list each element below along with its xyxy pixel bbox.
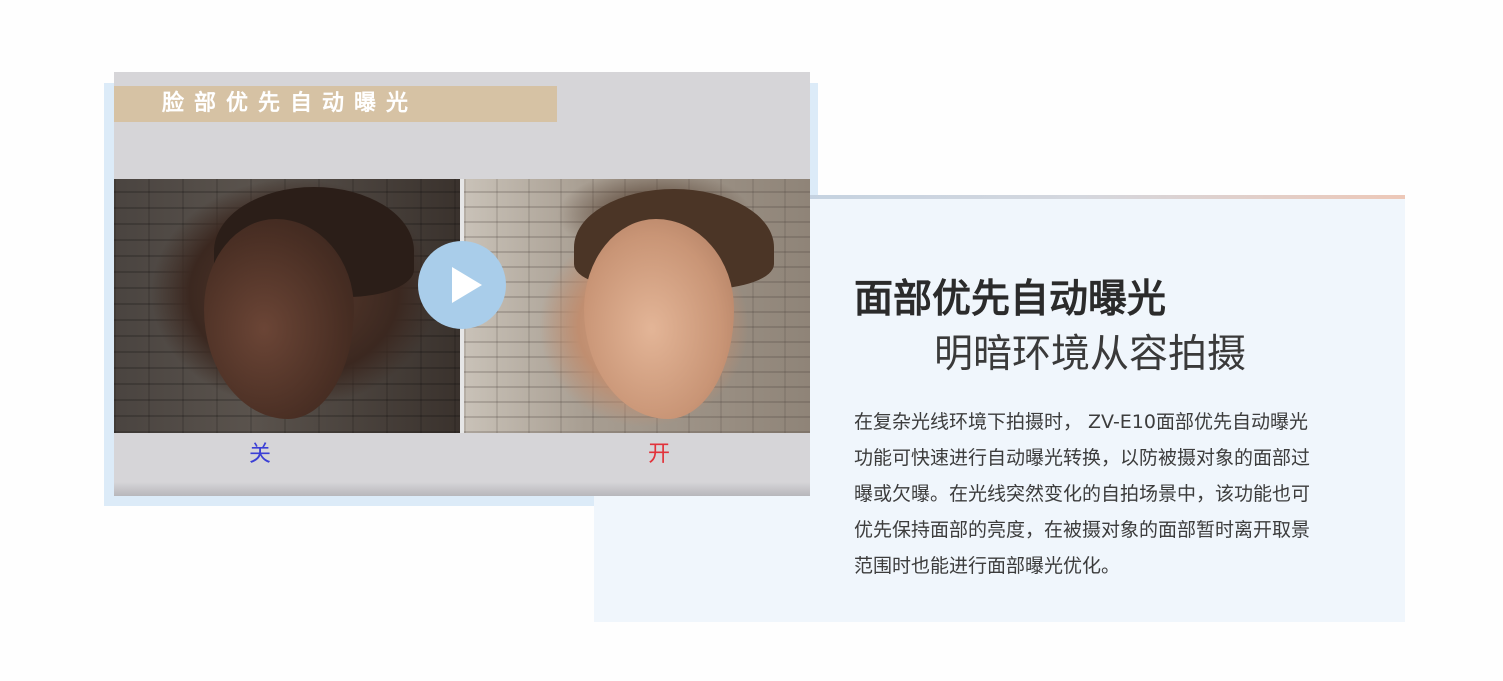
subject-face-exposed	[584, 219, 734, 419]
subject-face-underexposed	[204, 219, 354, 419]
play-icon	[452, 267, 482, 303]
feature-subtitle: 明暗环境从容拍摄	[934, 332, 1247, 377]
description-line: 在复杂光线环境下拍摄时， ZV-E10面部优先自动曝光	[854, 411, 1308, 433]
label-off: 关	[249, 442, 272, 467]
play-button[interactable]	[418, 241, 506, 329]
feature-section: 脸部优先自动曝光 关 开 面部优先自动曝光 明暗环境从容拍摄 在复杂光线环境下拍…	[0, 0, 1503, 681]
description-line: 范围时也能进行面部曝光优化。	[854, 555, 1121, 577]
description-line: 功能可快速进行自动曝光转换，以防被摄对象的面部过	[854, 447, 1311, 469]
comparison-frame-off	[114, 179, 460, 433]
description-line: 曝或欠曝。在光线突然变化的自拍场景中，该功能也可	[854, 483, 1311, 505]
description-line: 优先保持面部的亮度，在被摄对象的面部暂时离开取景	[854, 519, 1311, 541]
demo-video-player[interactable]: 脸部优先自动曝光 关 开	[114, 72, 810, 496]
label-on: 开	[648, 442, 671, 467]
video-title-band: 脸部优先自动曝光	[114, 86, 557, 122]
feature-title: 面部优先自动曝光	[854, 277, 1167, 322]
video-bottom-shade	[114, 482, 810, 496]
comparison-frame-on	[464, 179, 810, 433]
video-overlay-title: 脸部优先自动曝光	[162, 91, 419, 116]
feature-description: 在复杂光线环境下拍摄时， ZV-E10面部优先自动曝光 功能可快速进行自动曝光转…	[854, 404, 1364, 584]
